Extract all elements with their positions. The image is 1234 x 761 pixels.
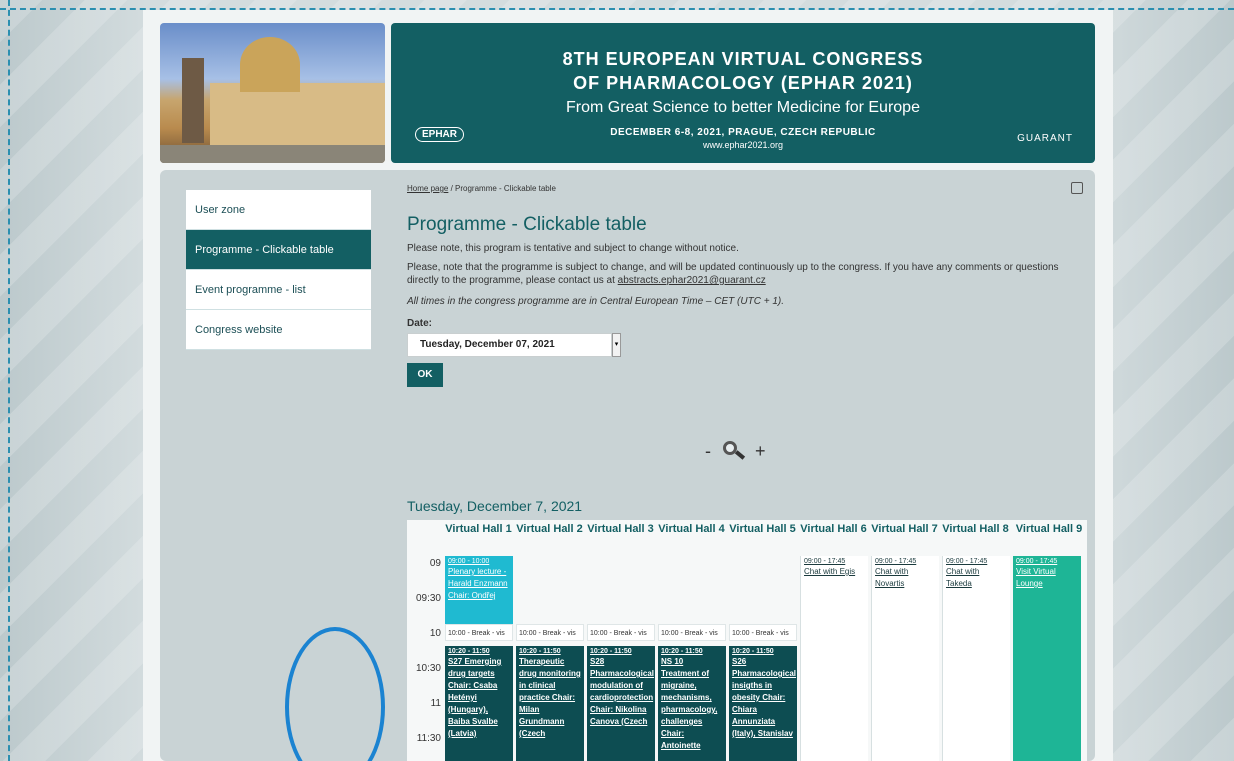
breadcrumb: Home page / Programme - Clickable table [407, 184, 1087, 198]
hall-header-7: Virtual Hall 7 [871, 523, 938, 535]
contact-note: Please, note that the programme is subje… [407, 261, 1087, 287]
hall-header-2: Virtual Hall 2 [516, 523, 583, 535]
sidebar: User zone Programme - Clickable table Ev… [186, 190, 371, 350]
sidebar-item-event-programme-list[interactable]: Event programme - list [186, 270, 371, 310]
tentative-note: Please note, this program is tentative a… [407, 243, 739, 254]
breadcrumb-home-link[interactable]: Home page [407, 184, 448, 193]
time-label-1030: 10:30 [415, 663, 441, 674]
event-time: 10:20 - 11:50 [661, 648, 703, 655]
event-time: 09:00 - 17:45 [946, 558, 988, 565]
time-label-0930: 09:30 [415, 593, 441, 604]
banner-tagline: From Great Science to better Medicine fo… [566, 99, 920, 116]
time-label-1130: 11:30 [416, 733, 441, 744]
photo-building [210, 83, 385, 153]
chat-egis-event[interactable]: 09:00 - 17:45 Chat with Egis [800, 556, 868, 761]
banner-url: www.ephar2021.org [702, 140, 784, 150]
hall-header-1: Virtual Hall 1 [445, 523, 512, 535]
event-time: 10:20 - 11:50 [732, 648, 774, 655]
day-title: Tuesday, December 7, 2021 [407, 498, 583, 514]
magnifier-handle [734, 450, 746, 460]
photo-tower [182, 58, 204, 143]
congress-banner[interactable]: 8TH EUROPEAN VIRTUAL CONGRESS OF PHARMAC… [391, 23, 1095, 163]
guarant-logo: GUARANT [1017, 133, 1073, 144]
date-select-value[interactable]: Tuesday, December 07, 2021 [407, 333, 612, 357]
virtual-lounge-event[interactable]: 09:00 - 17:45 Visit Virtual Lounge [1013, 556, 1081, 761]
hall-header-5: Virtual Hall 5 [729, 523, 796, 535]
session-therapeutic-monitoring-event[interactable]: 10:20 - 11:50 Therapeutic drug monitorin… [516, 646, 584, 761]
event-title: Chat with Novartis [875, 567, 909, 588]
date-label: Date: [407, 318, 433, 329]
hall-header-9: Virtual Hall 9 [1015, 523, 1083, 535]
time-label-0900: 09 [429, 558, 441, 569]
session-ns10-event[interactable]: 10:20 - 11:50 NS 10 Treatment of migrain… [658, 646, 726, 761]
event-title: S28 Pharmacological modulation of cardio… [590, 657, 655, 726]
banner-photo [160, 23, 385, 163]
main-content: Home page / Programme - Clickable table … [407, 184, 1087, 761]
event-title: Chat with Takeda [946, 567, 980, 588]
break-event[interactable]: 10:00 - Break - vis [729, 624, 797, 641]
hall-header-6: Virtual Hall 6 [800, 523, 867, 535]
banner-line2: OF PHARMACOLOGY (EPHAR 2021) [573, 73, 913, 93]
hall-header-8: Virtual Hall 8 [942, 523, 1009, 535]
programme-grid: Virtual Hall 1 Virtual Hall 2 Virtual Ha… [407, 520, 1087, 761]
magnifier-icon [721, 440, 746, 462]
break-event[interactable]: 10:00 - Break - vis [445, 624, 513, 641]
time-label-1100: 11 [430, 698, 441, 709]
event-time: 10:20 - 11:50 [519, 648, 561, 655]
event-title: S27 Emerging drug targets Chair: Csaba H… [448, 657, 502, 738]
session-s26-event[interactable]: 10:20 - 11:50 S26 Pharmacological insigt… [729, 646, 797, 761]
sidebar-item-congress-website[interactable]: Congress website [186, 310, 371, 350]
timezone-note: All times in the congress programme are … [407, 296, 784, 307]
photo-dome [240, 37, 300, 92]
ok-button[interactable]: OK [407, 363, 443, 387]
breadcrumb-current: Programme - Clickable table [455, 184, 556, 193]
sidebar-item-programme-table[interactable]: Programme - Clickable table [186, 230, 371, 270]
chat-novartis-event[interactable]: 09:00 - 17:45 Chat with Novartis [871, 556, 939, 761]
dashed-border-left [8, 0, 10, 761]
break-event[interactable]: 10:00 - Break - vis [516, 624, 584, 641]
page-container: 8TH EUROPEAN VIRTUAL CONGRESS OF PHARMAC… [143, 10, 1113, 761]
zoom-in-button[interactable]: + [755, 441, 766, 462]
date-select[interactable]: Tuesday, December 07, 2021 ▾ [407, 333, 621, 357]
event-title: Therapeutic drug monitoring in clinical … [519, 657, 581, 738]
session-s28-event[interactable]: 10:20 - 11:50 S28 Pharmacological modula… [587, 646, 655, 761]
event-title: S26 Pharmacological insigths in obesity … [732, 657, 797, 738]
photo-road [160, 145, 385, 163]
event-time: 09:00 - 10:00 [448, 558, 490, 565]
break-event[interactable]: 10:00 - Break - vis [587, 624, 655, 641]
chat-takeda-event[interactable]: 09:00 - 17:45 Chat with Takeda [942, 556, 1010, 761]
event-title: Chat with Egis [804, 567, 856, 576]
hall-header-3: Virtual Hall 3 [587, 523, 654, 535]
time-label-1000: 10 [429, 628, 441, 639]
chevron-down-icon[interactable]: ▾ [612, 333, 621, 357]
banner-line1: 8TH EUROPEAN VIRTUAL CONGRESS [562, 49, 924, 69]
hall-header-4: Virtual Hall 4 [658, 523, 725, 535]
break-event[interactable]: 10:00 - Break - vis [658, 624, 726, 641]
event-time: 09:00 - 17:45 [804, 558, 846, 565]
event-title: Visit Virtual Lounge [1016, 567, 1056, 588]
plenary-lecture-event[interactable]: 09:00 - 10:00 Plenary lecture - Harald E… [445, 556, 513, 624]
session-s27-event[interactable]: 10:20 - 11:50 S27 Emerging drug targets … [445, 646, 513, 761]
event-time: 09:00 - 17:45 [1016, 558, 1058, 565]
zoom-controls: - + [705, 440, 766, 462]
banner-dates: DECEMBER 6-8, 2021, PRAGUE, CZECH REPUBL… [610, 127, 876, 138]
ephar-logo: EPHAR [415, 127, 465, 142]
zoom-out-button[interactable]: - [705, 441, 711, 462]
event-time: 10:20 - 11:50 [590, 648, 632, 655]
contact-email-link[interactable]: abstracts.ephar2021@guarant.cz [618, 275, 766, 286]
event-time: 10:20 - 11:50 [448, 648, 490, 655]
event-time: 09:00 - 17:45 [875, 558, 917, 565]
sidebar-item-user-zone[interactable]: User zone [186, 190, 371, 230]
page-title: Programme - Clickable table [407, 214, 647, 235]
event-title: NS 10 Treatment of migraine, mechanisms,… [661, 657, 718, 750]
event-title: Plenary lecture - Harald Enzmann Chair: … [448, 567, 508, 600]
